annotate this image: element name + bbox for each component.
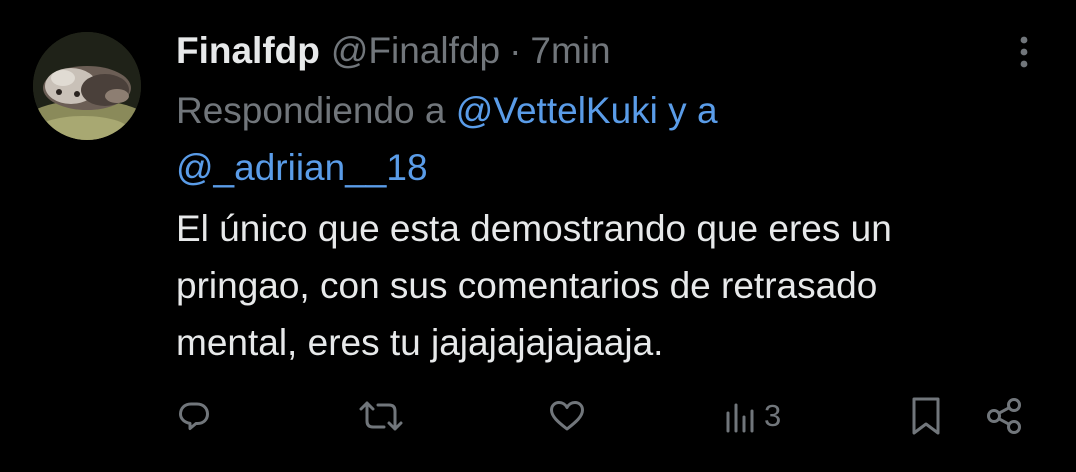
avatar[interactable] [33,32,141,140]
like-button[interactable] [549,392,585,440]
action-bar: 3 [0,392,1076,440]
heart-icon [549,400,585,432]
separator-dot: · [509,30,522,71]
bookmark-button[interactable] [910,392,942,440]
share-button[interactable] [986,392,1022,440]
tweet-header: Finalfdp @Finalfdp · 7min [176,26,611,76]
tweet-text-line: mental, eres tu jajajajajajaaja. [176,322,664,363]
timestamp[interactable]: 7min [530,30,610,72]
retweet-button[interactable] [357,392,405,440]
share-icon [986,397,1022,435]
views-button[interactable]: 3 [724,392,781,440]
replying-to: Respondiendo a @VettelKuki y a @_adriian_… [176,82,1036,196]
more-options-button[interactable] [1008,36,1040,72]
tweet-text-line: El único que esta demostrando que eres u… [176,208,892,249]
tweet-text: El único que esta demostrando que eres u… [176,200,1036,371]
bookmark-icon [910,396,942,436]
replying-to-label: Respondiendo a [176,90,456,131]
user-handle[interactable]: @Finalfdp [331,30,500,72]
reply-button[interactable] [178,392,210,440]
more-vertical-icon [1018,35,1030,74]
analytics-icon [724,399,758,433]
tweet-text-line: pringao, con sus comentarios de retrasad… [176,265,878,306]
mention-link[interactable]: @_adriian__18 [176,147,428,188]
reply-icon [178,400,210,432]
mention-link[interactable]: @VettelKuki [456,90,658,131]
retweet-icon [357,399,405,433]
views-count: 3 [764,398,782,433]
replying-to-conjunction[interactable]: y a [658,90,717,131]
tweet[interactable]: Finalfdp @Finalfdp · 7min Respondiendo a… [0,0,1076,472]
display-name[interactable]: Finalfdp [176,30,320,72]
